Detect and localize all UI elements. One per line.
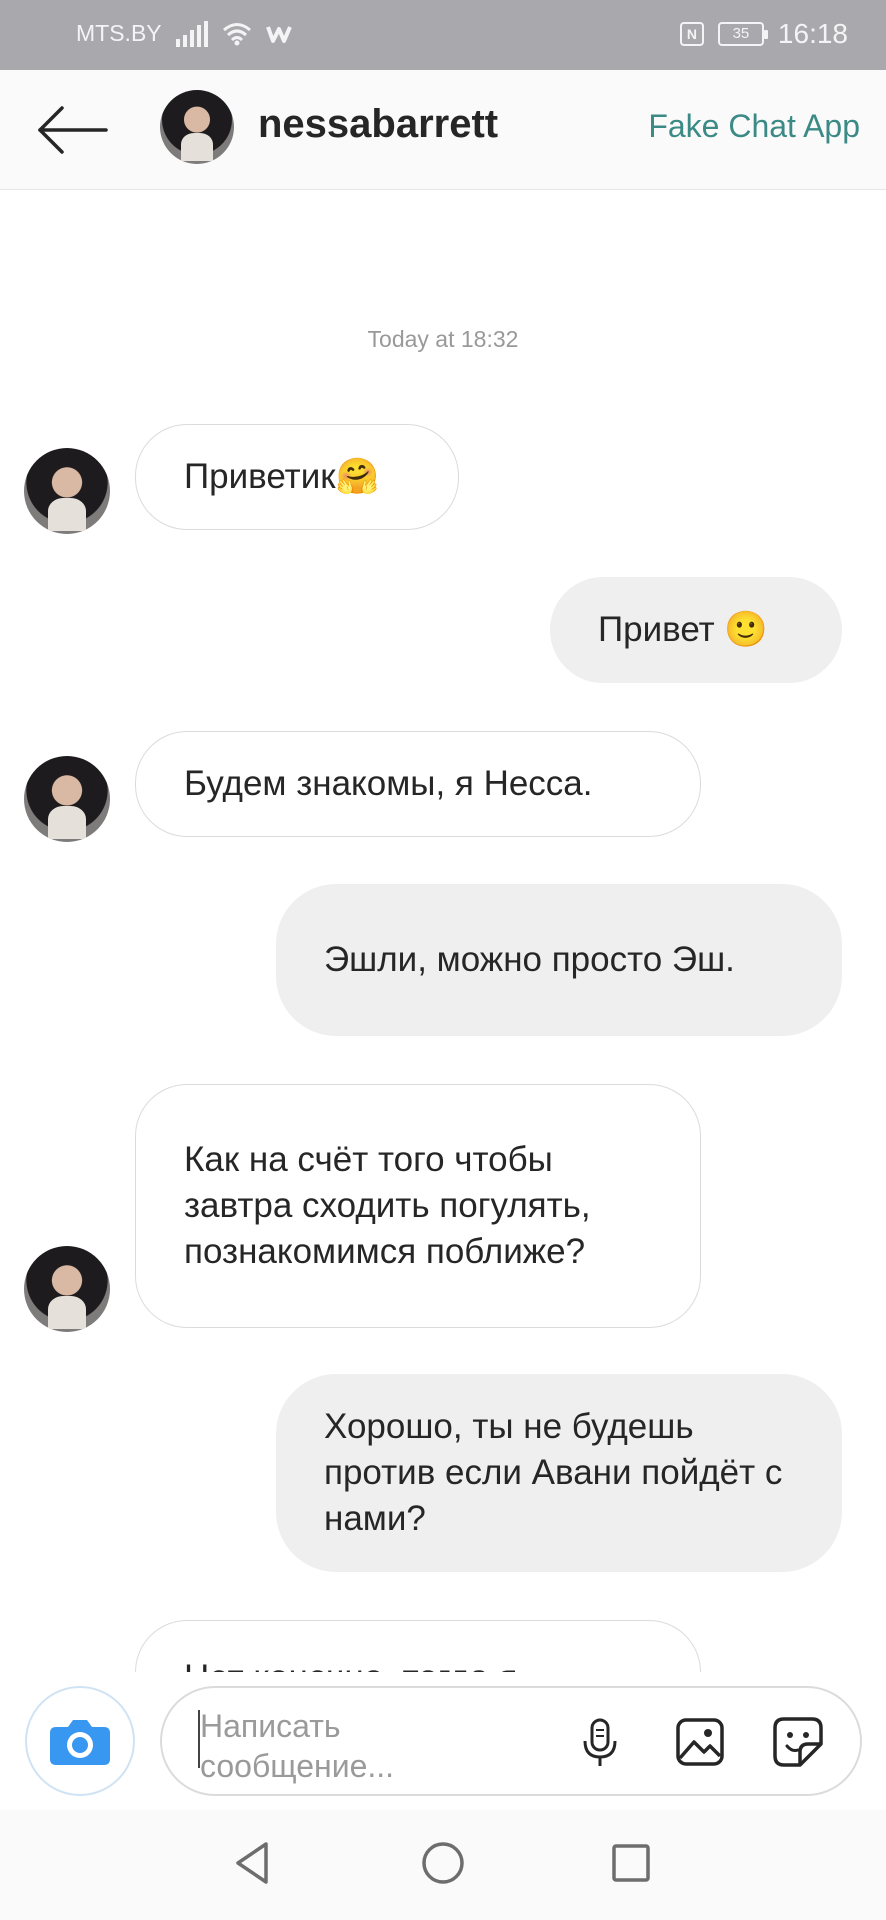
message-bubble-incoming[interactable]: Как на счёт того чтобы завтра сходить по… [135,1084,701,1328]
battery-level: 35 [732,25,750,42]
message-text: Привет 🙂 [598,610,769,649]
signal-icon [175,20,208,47]
clock: 16:18 [777,18,848,49]
message-input-placeholder: Написать сообщение... [200,1708,395,1784]
w-app-icon [265,25,292,43]
message-avatar[interactable] [24,756,110,842]
status-left: MTS.BY [76,20,292,47]
nfc-icon: N [679,22,704,46]
fake-chat-app-link[interactable]: Fake Chat App [648,108,860,145]
status-bar: MTS.BY N 35 16:18 [0,0,886,70]
contact-username[interactable]: nessabarrett [258,102,498,147]
message-text: Будем знакомы, я Несса. [184,764,593,803]
message-text: Эшли, можно просто Эш. [324,940,735,979]
message-bubble-outgoing[interactable]: Хорошо, ты не будешь против если Авани п… [276,1374,842,1572]
message-bubble-incoming[interactable]: Будем знакомы, я Несса. [135,731,701,837]
nav-recents-icon[interactable] [606,1838,656,1888]
chat-header: nessabarrett Fake Chat App [0,70,886,190]
message-text: Хорошо, ты не будешь против если Авани п… [324,1407,783,1538]
battery-icon: 35 [717,22,768,46]
wifi-icon [222,22,251,45]
microphone-icon[interactable] [572,1714,628,1770]
message-avatar[interactable] [24,448,110,534]
message-text: Приветик🤗 [184,457,380,496]
message-avatar[interactable] [24,1246,110,1332]
message-bubble-incoming[interactable]: Приветик🤗 [135,424,459,530]
nav-home-icon[interactable] [418,1838,468,1888]
sticker-icon[interactable] [770,1714,826,1770]
message-input[interactable]: Написать сообщение... [160,1686,862,1796]
gallery-icon[interactable] [672,1714,728,1770]
camera-icon [50,1720,110,1765]
carrier-label: MTS.BY [76,20,162,46]
system-nav-bar [0,1810,886,1920]
camera-button[interactable] [25,1686,135,1796]
chat-timestamp: Today at 18:32 [367,326,519,352]
header-avatar[interactable] [160,90,234,164]
message-text: Как на счёт того чтобы завтра сходить по… [184,1140,591,1271]
back-arrow-icon[interactable] [36,100,110,160]
message-bubble-outgoing[interactable]: Эшли, можно просто Эш. [276,884,842,1036]
nav-back-icon[interactable] [228,1838,278,1888]
status-right: N 35 16:18 [679,18,848,50]
message-bubble-outgoing[interactable]: Привет 🙂 [550,577,842,683]
